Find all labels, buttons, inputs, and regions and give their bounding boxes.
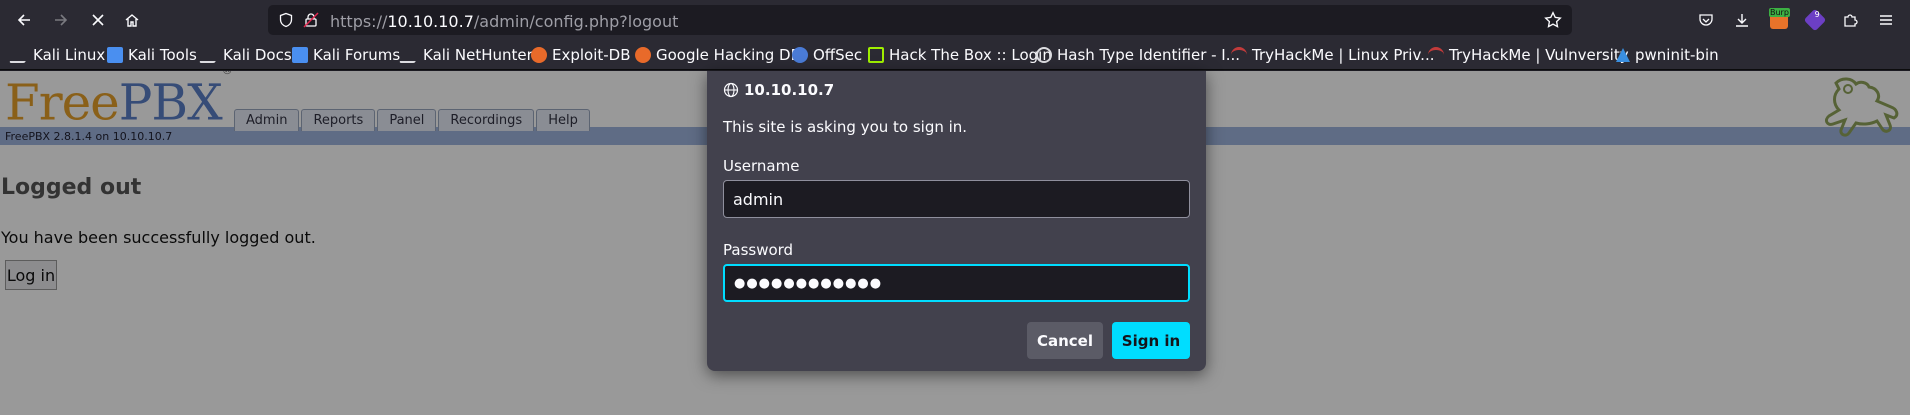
- password-field[interactable]: ●●●●●●●●●●●●: [723, 264, 1190, 302]
- thm-icon: [1231, 47, 1247, 63]
- username-value: admin: [733, 189, 784, 209]
- burp-extension-button[interactable]: Burp: [1765, 6, 1793, 34]
- kali-dragon-icon: [399, 47, 421, 63]
- bookmark-tryhackme-linux-priv[interactable]: TryHackMe | Linux Priv...: [1231, 46, 1434, 64]
- thm-icon: [1428, 47, 1444, 63]
- arrow-left-icon: [17, 14, 30, 26]
- purple-extension-icon: 9: [1803, 8, 1827, 32]
- kali-dragon-icon: [9, 47, 31, 63]
- bookmark-kali-tools[interactable]: Kali Tools: [107, 46, 197, 64]
- sign-in-button[interactable]: Sign in: [1112, 322, 1190, 359]
- downloads-button[interactable]: [1728, 6, 1756, 34]
- bookmark-pwninit-bin[interactable]: pwninit-bin: [1616, 46, 1719, 64]
- cancel-button[interactable]: Cancel: [1027, 322, 1103, 359]
- star-bookmark-icon[interactable]: [1544, 11, 1562, 29]
- kali-forums-icon: [292, 47, 308, 63]
- password-label: Password: [723, 241, 794, 259]
- bookmark-kali-forums[interactable]: Kali Forums: [292, 46, 400, 64]
- browser-toolbar: https://10.10.10.7/admin/config.php?logo…: [0, 0, 1910, 40]
- bookmarks-toolbar: Kali Linux Kali Tools Kali Docs Kali For…: [0, 40, 1910, 70]
- home-icon: [125, 14, 139, 27]
- ghdb-icon: [635, 47, 651, 63]
- download-icon: [1736, 14, 1748, 27]
- bookmark-hack-the-box[interactable]: Hack The Box :: Login: [868, 46, 1052, 64]
- bookmark-offsec[interactable]: OffSec: [792, 46, 862, 64]
- close-icon: [92, 14, 104, 26]
- offsec-icon: [792, 47, 808, 63]
- arch-icon: [1616, 48, 1630, 62]
- pocket-button[interactable]: [1692, 6, 1720, 34]
- url-path: /admin/config.php?logout: [473, 12, 679, 31]
- extension-badge: 9: [1814, 9, 1820, 19]
- password-value: ●●●●●●●●●●●●: [734, 275, 883, 291]
- menu-button[interactable]: [1872, 6, 1900, 34]
- url-bar[interactable]: https://10.10.10.7/admin/config.php?logo…: [268, 5, 1572, 35]
- pocket-icon: [1699, 14, 1713, 26]
- bookmark-kali-linux[interactable]: Kali Linux: [9, 46, 105, 64]
- puzzle-icon: [1844, 14, 1858, 27]
- insecure-lock-icon[interactable]: [303, 12, 319, 28]
- shield-icon: [279, 12, 293, 28]
- htb-cube-icon: [868, 47, 884, 63]
- home-button[interactable]: [118, 6, 146, 34]
- url-text[interactable]: https://10.10.10.7/admin/config.php?logo…: [330, 12, 678, 31]
- bookmark-exploit-db[interactable]: Exploit-DB: [531, 46, 631, 64]
- forward-button[interactable]: [47, 6, 75, 34]
- auth-dialog: 10.10.10.7 This site is asking you to si…: [707, 71, 1206, 371]
- dialog-prompt: This site is asking you to sign in.: [723, 118, 968, 136]
- bookmark-tryhackme-vulnversity[interactable]: TryHackMe | Vulnversity: [1428, 46, 1629, 64]
- bookmark-google-hacking-db[interactable]: Google Hacking DB: [635, 46, 801, 64]
- url-scheme: https://: [330, 12, 388, 31]
- dialog-host: 10.10.10.7: [744, 81, 835, 99]
- exploitdb-icon: [531, 47, 547, 63]
- kali-tools-icon: [107, 47, 123, 63]
- extension-button[interactable]: 9: [1801, 6, 1829, 34]
- bookmark-kali-docs[interactable]: Kali Docs: [199, 46, 292, 64]
- hash-icon: [1036, 47, 1052, 63]
- stop-button[interactable]: [84, 6, 112, 34]
- globe-icon: [723, 82, 739, 98]
- dialog-title: 10.10.10.7: [723, 81, 834, 99]
- bookmark-hash-type-identifier[interactable]: Hash Type Identifier - I...: [1036, 46, 1240, 64]
- hamburger-icon: [1880, 15, 1892, 25]
- extensions-button[interactable]: [1836, 6, 1864, 34]
- burp-extension-icon: Burp: [1769, 8, 1790, 29]
- arrow-right-icon: [55, 14, 68, 26]
- kali-dragon-icon: [199, 47, 221, 63]
- username-label: Username: [723, 157, 800, 175]
- back-button[interactable]: [10, 6, 38, 34]
- bookmark-kali-nethunter[interactable]: Kali NetHunter: [399, 46, 533, 64]
- url-host: 10.10.10.7: [387, 12, 474, 31]
- username-field[interactable]: admin: [723, 180, 1190, 218]
- burp-badge: Burp: [1769, 8, 1790, 17]
